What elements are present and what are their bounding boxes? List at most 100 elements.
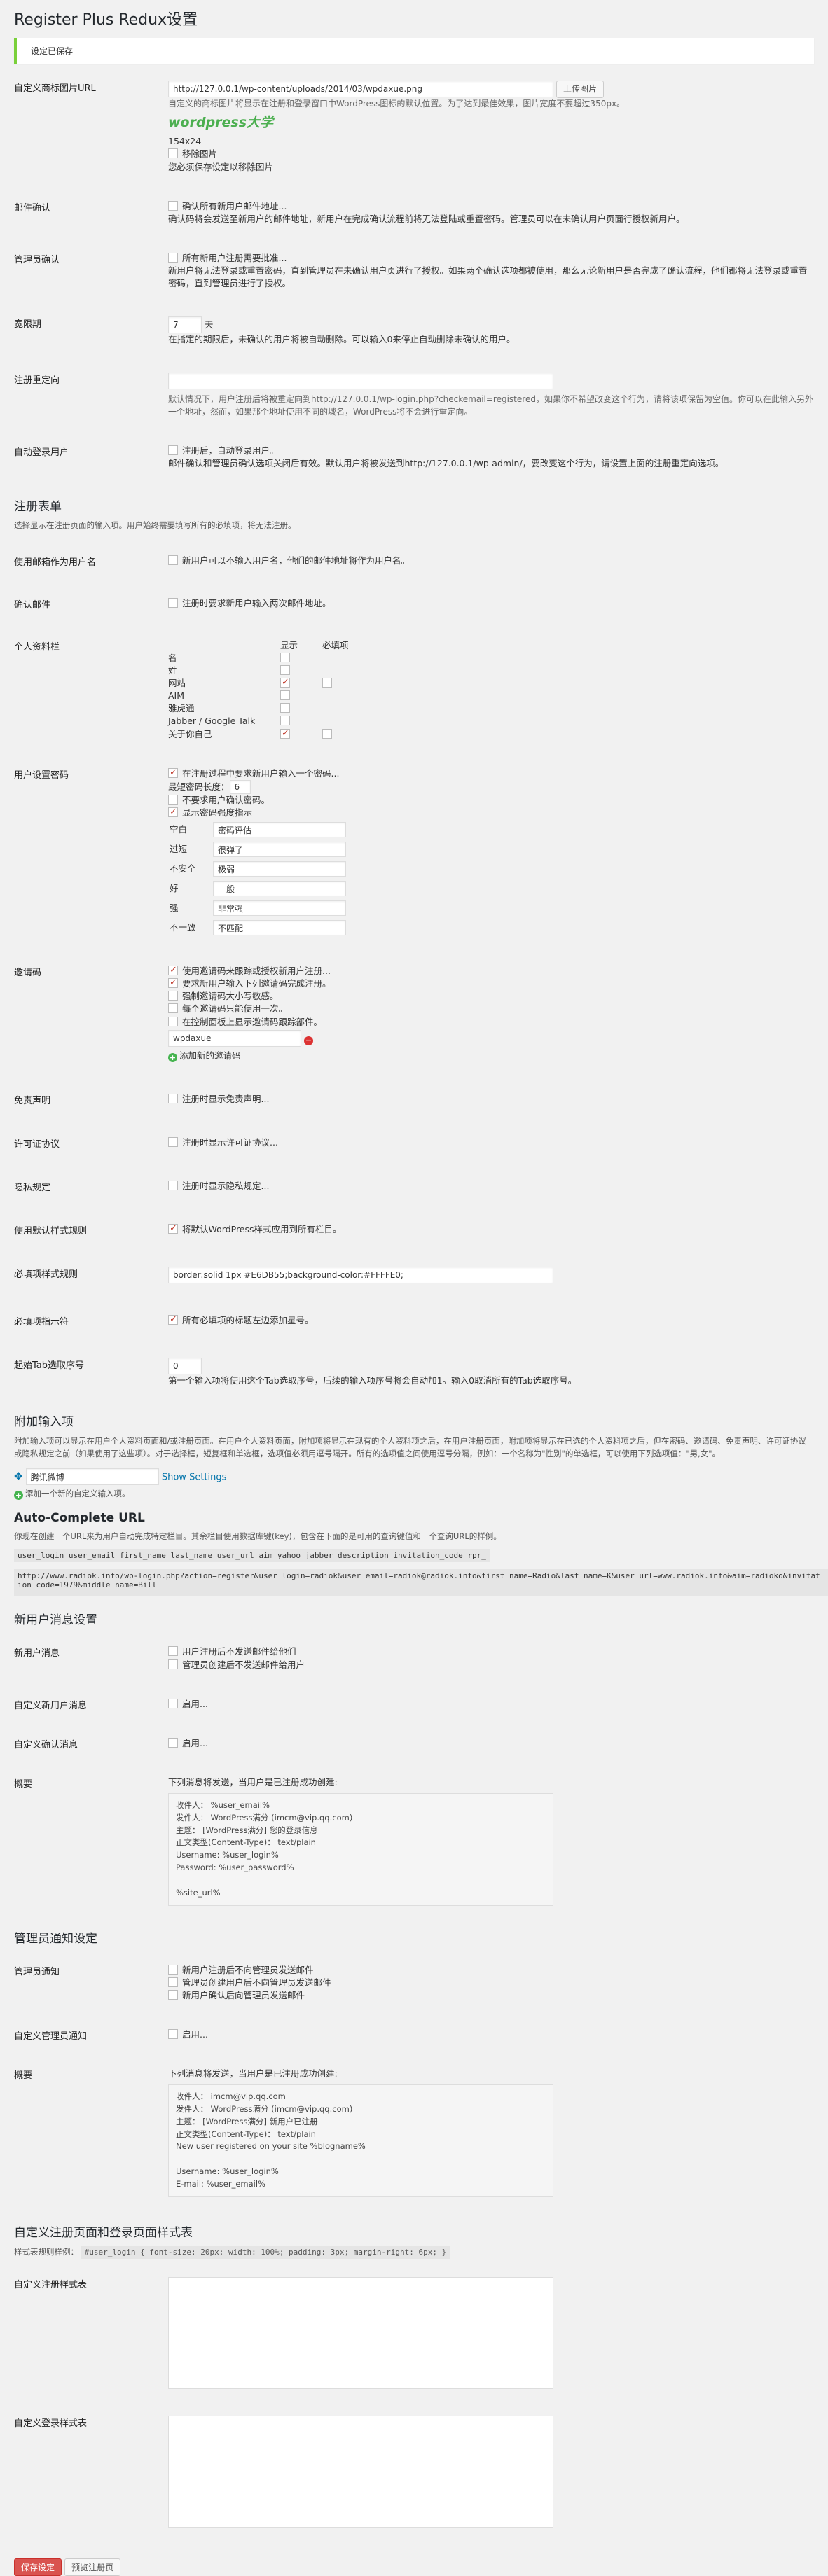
confirm-email-option: 注册时要求新用户输入两次邮件地址。 [182,597,331,608]
logo-desc: 自定义的商标图片将显示在注册和登录窗口中WordPress图标的默认位置。为了达… [168,99,626,109]
profile-field-show-checkbox[interactable] [280,727,290,740]
strength-label-row: 强 [170,899,350,917]
autologin-checkbox[interactable] [168,445,178,456]
admin-verify-checkbox[interactable] [168,252,178,263]
default-style-checkbox[interactable] [168,1223,178,1236]
profile-field-required-checkbox[interactable] [322,728,332,739]
custom-verify-message-checkbox[interactable] [168,1737,178,1748]
autocomplete-desc: 你现在创建一个URL来为用户自动完成特定栏目。其余栏目使用数据库键(key)，包… [14,1531,502,1542]
strength-label-input[interactable] [213,881,346,897]
strength-label-input[interactable] [213,861,346,877]
preview-registration-button[interactable]: 预览注册页 [64,2558,121,2576]
custom-admin-message-checkbox[interactable] [168,2028,178,2039]
admin-verify-option: 所有新用户注册需要批准... [182,252,287,263]
strength-meter-checkbox[interactable] [168,806,178,819]
custom-admin-message-option: 启用... [182,2028,208,2040]
strength-key: 好 [170,883,179,894]
row-disclaimer: 免责声明 注册时显示免责声明... [14,1087,814,1111]
logo-url-input[interactable] [168,81,553,98]
privacy-option: 注册时显示隐私规定... [182,1181,270,1192]
upload-image-button[interactable]: 上传图片 [556,81,604,99]
required-marker-checkbox[interactable] [168,1314,178,1327]
invitation-option-checkbox[interactable] [168,964,178,977]
required-style-input[interactable] [168,1267,553,1284]
strength-label-input[interactable] [213,920,346,936]
invitation-option-checkbox[interactable] [168,1003,178,1014]
add-extra-field-link[interactable]: 添加一个新的自定义输入项。 [25,1489,130,1498]
user-password-checkbox[interactable] [168,767,178,780]
profile-field-row: 姓 [168,664,353,677]
strength-label-input[interactable] [213,900,346,917]
label-custom-register-css: 自定义注册样式表 [14,2279,88,2290]
no-user-email-checkbox[interactable] [168,1646,178,1657]
disclaimer-checkbox[interactable] [168,1093,178,1103]
remove-logo-checkbox[interactable] [168,148,178,159]
row-custom-register-css: 自定义注册样式表 [14,2271,814,2395]
grace-period-input[interactable] [168,316,202,334]
autocomplete-keys: user_login user_email first_name last_na… [14,1549,490,1563]
profile-field-show-checkbox[interactable] [280,664,290,675]
add-code-icon[interactable]: + [168,1052,177,1062]
no-admin-created-email-option: 管理员创建后不发送邮件给用户 [182,1659,305,1670]
email-verify-desc: 确认码将会发送至新用户的邮件地址，新用户在完成确认流程前将无法登陆或重置密码。管… [168,213,685,224]
logo-size: 154x24 [168,136,202,147]
invitation-option-checkbox[interactable] [168,991,178,1001]
row-email-username: 使用邮箱作为用户名 新用户可以不输入用户名，他们的邮件地址将作为用户名。 [14,549,814,573]
extra-field-name-input[interactable] [25,1468,159,1486]
profile-field-show-checkbox[interactable] [280,652,290,662]
admin-notification-checkbox[interactable] [168,1964,178,1975]
strength-labels-table: 空白过短不安全好强不一致 [168,819,352,938]
strength-label-input[interactable] [213,842,346,858]
label-autologin: 自动登录用户 [14,447,69,459]
save-settings-button[interactable]: 保存设定 [14,2558,62,2576]
strength-key: 不一致 [170,922,196,933]
invitation-option-checkbox[interactable] [168,1016,178,1026]
drag-handle-icon[interactable]: ✥ [14,1470,23,1483]
row-redirect: 注册重定向 默认情况下，用户注册后将被重定向到http://127.0.0.1/… [14,367,814,424]
strength-key: 不安全 [170,863,196,875]
custom-login-css-textarea[interactable] [168,2415,553,2528]
label-license: 许可证协议 [14,1139,60,1150]
redirect-desc: 默认情况下，用户注册后将被重定向到http://127.0.0.1/wp-log… [168,394,813,417]
admin-notification-option: 管理员创建用户后不向管理员发送邮件 [168,1977,814,1989]
admin-summary-box: 收件人： imcm@vip.qq.com 发件人： WordPress满分 (i… [168,2084,553,2197]
no-confirm-password-checkbox[interactable] [168,794,178,805]
registration-form-desc: 选择显示在注册页面的输入项。用户始终需要填写所有的必填项，将无法注册。 [14,520,296,531]
extra-field-row: ✥ Show Settings [14,1468,814,1486]
add-extra-field-icon[interactable]: + [14,1491,23,1501]
profile-field-show-checkbox[interactable] [280,690,290,701]
privacy-checkbox[interactable] [168,1181,178,1191]
custom-register-css-textarea[interactable] [168,2276,553,2389]
show-settings-link[interactable]: Show Settings [162,1473,227,1483]
tabindex-input[interactable] [168,1358,202,1375]
label-confirm-email: 确认邮件 [14,599,51,611]
profile-field-show-checkbox[interactable] [280,716,290,726]
redirect-input[interactable] [168,373,553,390]
profile-field-required-checkbox[interactable] [322,678,332,688]
strength-label-input[interactable] [213,822,346,838]
row-custom-login-css: 自定义登录样式表 [14,2410,814,2533]
invitation-option-label: 在控制面板上显示邀请码跟踪部件。 [182,1016,323,1027]
admin-notification-checkbox[interactable] [168,1989,178,2000]
row-invitation: 邀请码 使用邀请码来跟踪或授权新用户注册...要求新用户输入下列邀请码完成注册。… [14,959,814,1068]
custom-user-message-checkbox[interactable] [168,1698,178,1708]
min-length-input[interactable] [229,779,251,794]
label-grace-period: 宽限期 [14,319,42,330]
invitation-option-checkbox[interactable] [168,977,178,990]
extra-fields-desc: 附加输入项可以显示在用户个人资料页面和/或注册页面。在用户个人资料页面，附加项将… [14,1435,806,1458]
admin-notification-option: 新用户注册后不向管理员发送邮件 [168,1964,814,1977]
email-username-checkbox[interactable] [168,555,178,566]
remove-code-icon[interactable]: − [303,1036,313,1045]
license-checkbox[interactable] [168,1136,178,1147]
add-invitation-code-link[interactable]: 添加新的邀请码 [179,1050,241,1061]
profile-field-show-checkbox[interactable] [280,676,290,690]
email-verify-checkbox[interactable] [168,200,178,211]
disclaimer-option: 注册时显示免责声明... [182,1093,270,1104]
no-admin-created-email-checkbox[interactable] [168,1659,178,1669]
saved-notice: 设定已保存 [14,38,814,64]
grace-desc: 在指定的期限后，未确认的用户将被自动删除。可以输入0来停止自动删除未确认的用户。 [168,334,516,345]
confirm-email-checkbox[interactable] [168,597,178,608]
profile-field-show-checkbox[interactable] [280,703,290,713]
admin-notification-checkbox[interactable] [168,1977,178,1987]
invitation-code-input[interactable] [168,1029,301,1047]
